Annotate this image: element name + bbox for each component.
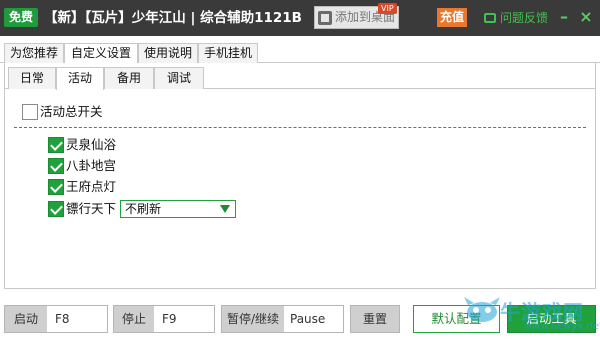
watermark-logo-icon	[464, 297, 500, 322]
chat-icon	[484, 13, 496, 23]
wangfu-label: 王府点灯	[66, 179, 117, 194]
feedback-label: 问题反馈	[500, 11, 549, 25]
refresh-select[interactable]: 不刷新	[120, 200, 236, 218]
bagua-checkbox[interactable]	[48, 158, 64, 174]
activity-master-label: 活动总开关	[40, 104, 103, 119]
start-hotkey-label: 启动	[5, 306, 47, 332]
stop-hotkey-group: 停止 F9	[113, 305, 215, 333]
recharge-button[interactable]: 充值	[437, 8, 467, 27]
vip-badge: VIP	[378, 3, 397, 14]
title-bar: 免费 【新】【瓦片】少年江山 | 综合辅助1121B 添加到桌面 VIP 充值 …	[0, 0, 600, 36]
dropdown-arrow-icon	[220, 205, 230, 213]
sub-tab-bar: 日常 活动 备用 调试	[4, 67, 596, 90]
feedback-link[interactable]: 问题反馈	[484, 8, 548, 28]
pause-hotkey-group: 暂停/继续 Pause	[221, 305, 344, 333]
reset-button[interactable]: 重置	[350, 305, 400, 333]
tab-daily[interactable]: 日常	[8, 67, 56, 89]
tab-debug[interactable]: 调试	[154, 67, 204, 89]
settings-panel	[4, 63, 596, 289]
lingquan-label: 灵泉仙浴	[66, 137, 117, 152]
bagua-label: 八卦地宫	[66, 158, 117, 173]
wangfu-checkbox[interactable]	[48, 179, 64, 195]
tab-backup[interactable]: 备用	[104, 67, 154, 89]
tab-recommend[interactable]: 为您推荐	[4, 43, 64, 64]
tab-instructions[interactable]: 使用说明	[138, 43, 198, 64]
separator-line	[14, 127, 586, 128]
lingquan-checkbox[interactable]	[48, 137, 64, 153]
tab-activity[interactable]: 活动	[56, 67, 104, 90]
start-hotkey-field[interactable]: F8	[51, 306, 107, 332]
activity-master-checkbox[interactable]	[22, 104, 38, 120]
minimize-button[interactable]: –	[556, 7, 572, 27]
tab-mobile-hangup[interactable]: 手机挂机	[198, 43, 258, 64]
stop-hotkey-label: 停止	[114, 306, 154, 332]
biaoxing-label: 镖行天下	[66, 201, 117, 216]
desktop-icon	[318, 11, 332, 25]
stop-hotkey-field[interactable]: F9	[158, 306, 214, 332]
free-badge: 免费	[4, 8, 38, 27]
start-hotkey-group: 启动 F8	[4, 305, 108, 333]
pause-hotkey-field[interactable]: Pause	[286, 306, 343, 332]
close-button[interactable]: ×	[578, 7, 594, 27]
refresh-select-value: 不刷新	[125, 202, 162, 216]
biaoxing-checkbox[interactable]	[48, 201, 64, 217]
tab-custom-settings[interactable]: 自定义设置	[64, 43, 138, 65]
pause-hotkey-label: 暂停/继续	[222, 306, 284, 332]
main-tab-bar: 为您推荐 自定义设置 使用说明 手机挂机	[0, 43, 600, 65]
watermark-url: www.newyx.net	[524, 321, 600, 332]
window-title: 【新】【瓦片】少年江山 | 综合辅助1121B	[44, 10, 302, 26]
